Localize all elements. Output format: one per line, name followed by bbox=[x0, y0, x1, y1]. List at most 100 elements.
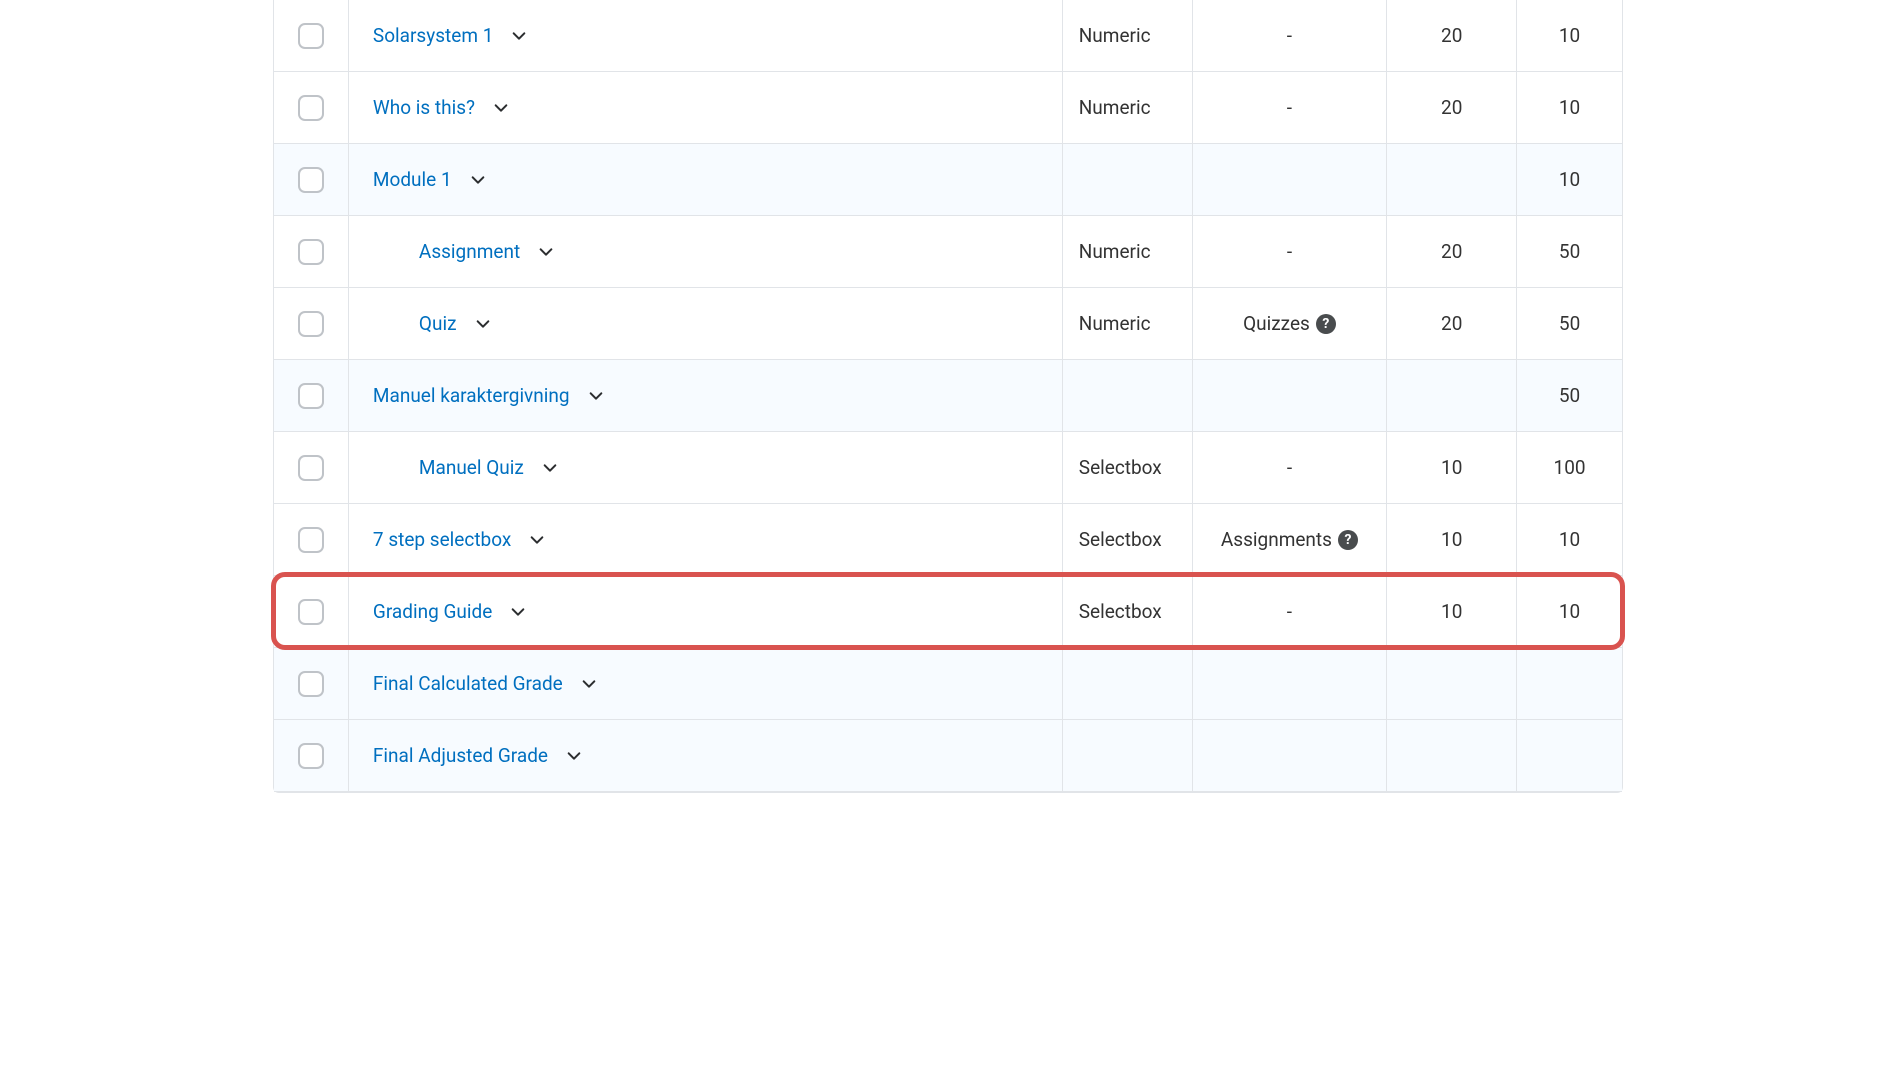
max-points-cell bbox=[1387, 360, 1517, 431]
chevron-down-icon[interactable] bbox=[566, 748, 582, 764]
weight-cell: 100 bbox=[1517, 432, 1622, 503]
help-icon[interactable]: ? bbox=[1338, 530, 1358, 550]
association-value: - bbox=[1287, 240, 1292, 263]
weight-value: 10 bbox=[1559, 24, 1580, 47]
checkbox-cell bbox=[274, 576, 349, 647]
item-link[interactable]: Manuel Quiz bbox=[419, 456, 524, 479]
row-checkbox[interactable] bbox=[298, 743, 324, 769]
weight-value: 10 bbox=[1559, 528, 1580, 551]
weight-value: 10 bbox=[1559, 168, 1580, 191]
item-link[interactable]: Quiz bbox=[419, 312, 457, 335]
max-points-cell: 20 bbox=[1387, 0, 1517, 71]
weight-value: 10 bbox=[1559, 96, 1580, 119]
name-cell: Module 1 bbox=[349, 144, 1063, 215]
table-row: Manuel karaktergivning 50 bbox=[274, 360, 1622, 432]
chevron-down-icon[interactable] bbox=[510, 604, 526, 620]
weight-value: 50 bbox=[1559, 384, 1580, 407]
weight-cell: 50 bbox=[1517, 360, 1622, 431]
association-cell: - bbox=[1193, 432, 1388, 503]
weight-cell: 10 bbox=[1517, 576, 1622, 647]
item-link[interactable]: Who is this? bbox=[373, 96, 475, 119]
table-row: Manuel Quiz Selectbox - 10 100 bbox=[274, 432, 1622, 504]
table-row: Final Adjusted Grade bbox=[274, 720, 1622, 792]
association-value: - bbox=[1287, 24, 1292, 47]
chevron-down-icon[interactable] bbox=[581, 676, 597, 692]
name-cell: Who is this? bbox=[349, 72, 1063, 143]
weight-cell: 10 bbox=[1517, 0, 1622, 71]
chevron-down-icon[interactable] bbox=[493, 100, 509, 116]
chevron-down-icon[interactable] bbox=[529, 532, 545, 548]
name-cell: Manuel karaktergivning bbox=[349, 360, 1063, 431]
help-icon[interactable]: ? bbox=[1316, 314, 1336, 334]
max-points-value: 20 bbox=[1441, 96, 1462, 119]
row-checkbox[interactable] bbox=[298, 599, 324, 625]
chevron-down-icon[interactable] bbox=[470, 172, 486, 188]
max-points-cell: 10 bbox=[1387, 576, 1517, 647]
checkbox-cell bbox=[274, 0, 349, 71]
name-cell: Grading Guide bbox=[349, 576, 1063, 647]
table-row: Final Calculated Grade bbox=[274, 648, 1622, 720]
type-value: Selectbox bbox=[1079, 528, 1162, 551]
checkbox-cell bbox=[274, 144, 349, 215]
item-link[interactable]: Final Adjusted Grade bbox=[373, 744, 548, 767]
chevron-down-icon[interactable] bbox=[475, 316, 491, 332]
item-link[interactable]: Final Calculated Grade bbox=[373, 672, 563, 695]
association-value: - bbox=[1287, 456, 1292, 479]
item-link[interactable]: Module 1 bbox=[373, 168, 452, 191]
row-checkbox[interactable] bbox=[298, 95, 324, 121]
max-points-value: 20 bbox=[1441, 24, 1462, 47]
chevron-down-icon[interactable] bbox=[588, 388, 604, 404]
weight-cell: 10 bbox=[1517, 144, 1622, 215]
checkbox-cell bbox=[274, 720, 349, 791]
row-checkbox[interactable] bbox=[298, 671, 324, 697]
weight-cell: 10 bbox=[1517, 504, 1622, 575]
table-row: Grading Guide Selectbox - 1010 bbox=[274, 576, 1622, 648]
type-value: Numeric bbox=[1079, 240, 1151, 263]
item-link[interactable]: Assignment bbox=[419, 240, 520, 263]
association-value: Assignments bbox=[1221, 528, 1332, 551]
weight-cell: 50 bbox=[1517, 288, 1622, 359]
max-points-cell: 20 bbox=[1387, 288, 1517, 359]
row-checkbox[interactable] bbox=[298, 23, 324, 49]
weight-value: 100 bbox=[1554, 456, 1586, 479]
item-link[interactable]: 7 step selectbox bbox=[373, 528, 511, 551]
item-link[interactable]: Manuel karaktergivning bbox=[373, 384, 570, 407]
row-checkbox[interactable] bbox=[298, 527, 324, 553]
type-cell bbox=[1063, 144, 1193, 215]
association-value: - bbox=[1287, 600, 1292, 623]
type-cell bbox=[1063, 720, 1193, 791]
weight-cell: 10 bbox=[1517, 72, 1622, 143]
max-points-cell: 20 bbox=[1387, 216, 1517, 287]
max-points-cell bbox=[1387, 144, 1517, 215]
max-points-cell: 20 bbox=[1387, 72, 1517, 143]
max-points-cell bbox=[1387, 720, 1517, 791]
association-cell bbox=[1193, 648, 1388, 719]
row-checkbox[interactable] bbox=[298, 455, 324, 481]
association-cell bbox=[1193, 144, 1388, 215]
max-points-value: 20 bbox=[1441, 312, 1462, 335]
max-points-value: 20 bbox=[1441, 240, 1462, 263]
type-value: Selectbox bbox=[1079, 600, 1162, 623]
row-checkbox[interactable] bbox=[298, 167, 324, 193]
type-value: Selectbox bbox=[1079, 456, 1162, 479]
row-checkbox[interactable] bbox=[298, 383, 324, 409]
weight-cell: 50 bbox=[1517, 216, 1622, 287]
association-cell: - bbox=[1193, 0, 1388, 71]
chevron-down-icon[interactable] bbox=[538, 244, 554, 260]
chevron-down-icon[interactable] bbox=[511, 28, 527, 44]
name-cell: Solarsystem 1 bbox=[349, 0, 1063, 71]
association-cell: - bbox=[1193, 216, 1388, 287]
max-points-cell: 10 bbox=[1387, 432, 1517, 503]
table-row: 7 step selectboxSelectboxAssignments?101… bbox=[274, 504, 1622, 576]
type-cell: Numeric bbox=[1063, 216, 1193, 287]
chevron-down-icon[interactable] bbox=[542, 460, 558, 476]
row-checkbox[interactable] bbox=[298, 239, 324, 265]
type-value: Numeric bbox=[1079, 96, 1151, 119]
row-checkbox[interactable] bbox=[298, 311, 324, 337]
association-value: Quizzes bbox=[1243, 312, 1310, 335]
item-link[interactable]: Solarsystem 1 bbox=[373, 24, 493, 47]
item-link[interactable]: Grading Guide bbox=[373, 600, 492, 623]
type-cell: Selectbox bbox=[1063, 504, 1193, 575]
checkbox-cell bbox=[274, 216, 349, 287]
max-points-cell bbox=[1387, 648, 1517, 719]
